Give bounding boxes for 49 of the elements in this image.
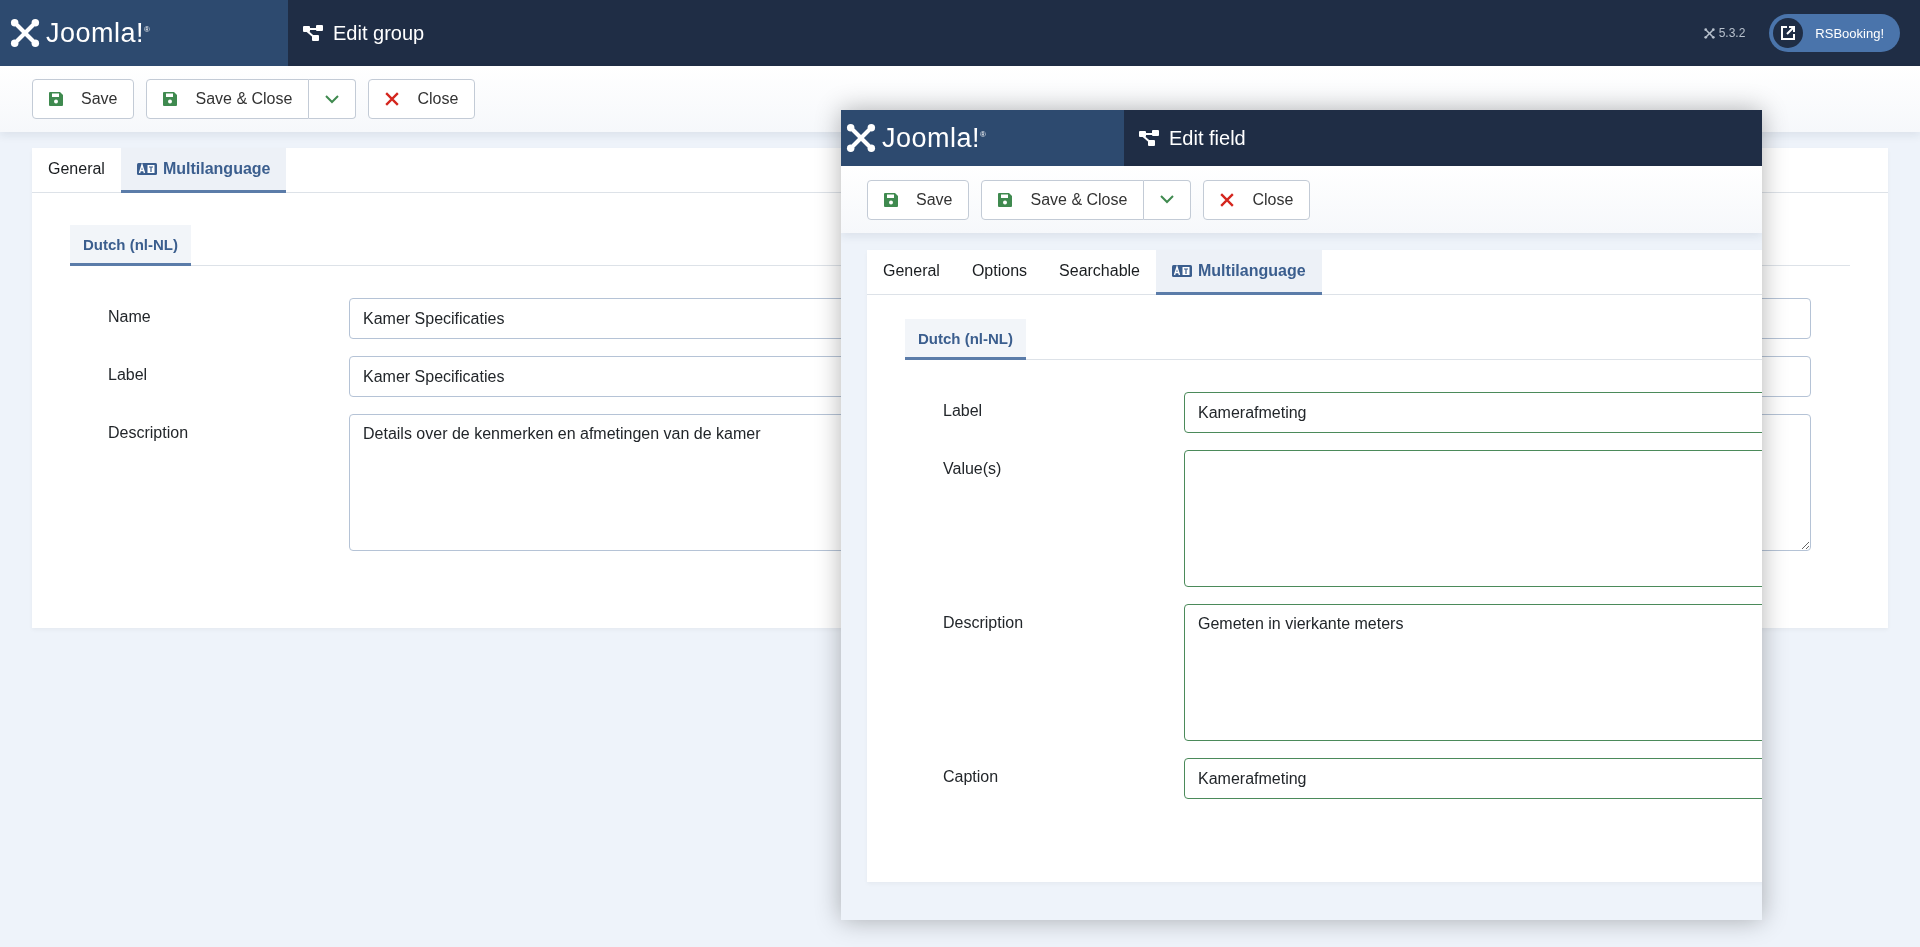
chevron-down-icon: [325, 94, 340, 104]
version-label: 5.3.2: [1703, 26, 1746, 40]
input-field[interactable]: Kamerafmeting: [1184, 392, 1762, 433]
save-icon: [998, 192, 1013, 207]
field-label: Name: [108, 307, 152, 327]
text-area[interactable]: Gemeten in vierkante meters: [1184, 604, 1762, 741]
save-icon: [884, 192, 898, 207]
save-close-button[interactable]: Save & Close: [981, 179, 1145, 220]
modal-title: Edit field: [1169, 126, 1246, 150]
field-label: Caption: [943, 767, 1000, 787]
language-icon: [136, 163, 157, 175]
hierarchy-icon: [1139, 130, 1159, 146]
language-tab[interactable]: Dutch (nl-NL): [70, 225, 191, 266]
close-button[interactable]: Close: [1203, 179, 1311, 220]
language-tab[interactable]: Dutch (nl-NL): [905, 319, 1026, 360]
tab[interactable]: Options: [955, 250, 1044, 295]
brand-logo-text: Joomla!$^{®}$: [46, 17, 151, 49]
joomla-logo-icon: [1703, 27, 1715, 39]
hierarchy-icon: [303, 25, 323, 41]
save-button[interactable]: Save: [32, 79, 135, 119]
language-icon: [1172, 265, 1192, 277]
external-link-icon: [1780, 25, 1797, 41]
dropdown-button[interactable]: [1144, 179, 1192, 220]
field-label: Description: [943, 613, 1025, 633]
save-close-button[interactable]: Save & Close: [146, 79, 310, 119]
dropdown-button[interactable]: [309, 79, 357, 119]
field-label: Description: [108, 423, 190, 443]
tab[interactable]: General: [867, 250, 956, 295]
joomla-logo-icon: [10, 18, 40, 48]
input-field[interactable]: Kamerafmeting: [1184, 758, 1762, 799]
close-button[interactable]: Close: [368, 79, 476, 119]
brand-logo-text: Joomla!$^{®}$: [882, 122, 987, 154]
tab[interactable]: Multilanguage: [120, 148, 287, 193]
field-label: Label: [943, 401, 984, 421]
save-icon: [163, 92, 178, 106]
tab[interactable]: Multilanguage: [1156, 250, 1322, 295]
chevron-down-icon: [1160, 195, 1175, 204]
page-title: Edit group: [333, 21, 425, 45]
save-icon: [49, 92, 63, 106]
joomla-logo-icon: [846, 123, 876, 153]
text-area[interactable]: [1184, 450, 1762, 587]
save-button[interactable]: Save: [867, 179, 970, 220]
tab[interactable]: General: [32, 148, 121, 193]
close-icon: [385, 92, 400, 106]
site-link-button[interactable]: RSBooking!: [1769, 14, 1900, 52]
field-label: Value(s): [943, 459, 1003, 479]
close-icon: [1220, 192, 1235, 207]
tab[interactable]: Searchable: [1043, 250, 1156, 295]
field-label: Label: [108, 365, 149, 385]
